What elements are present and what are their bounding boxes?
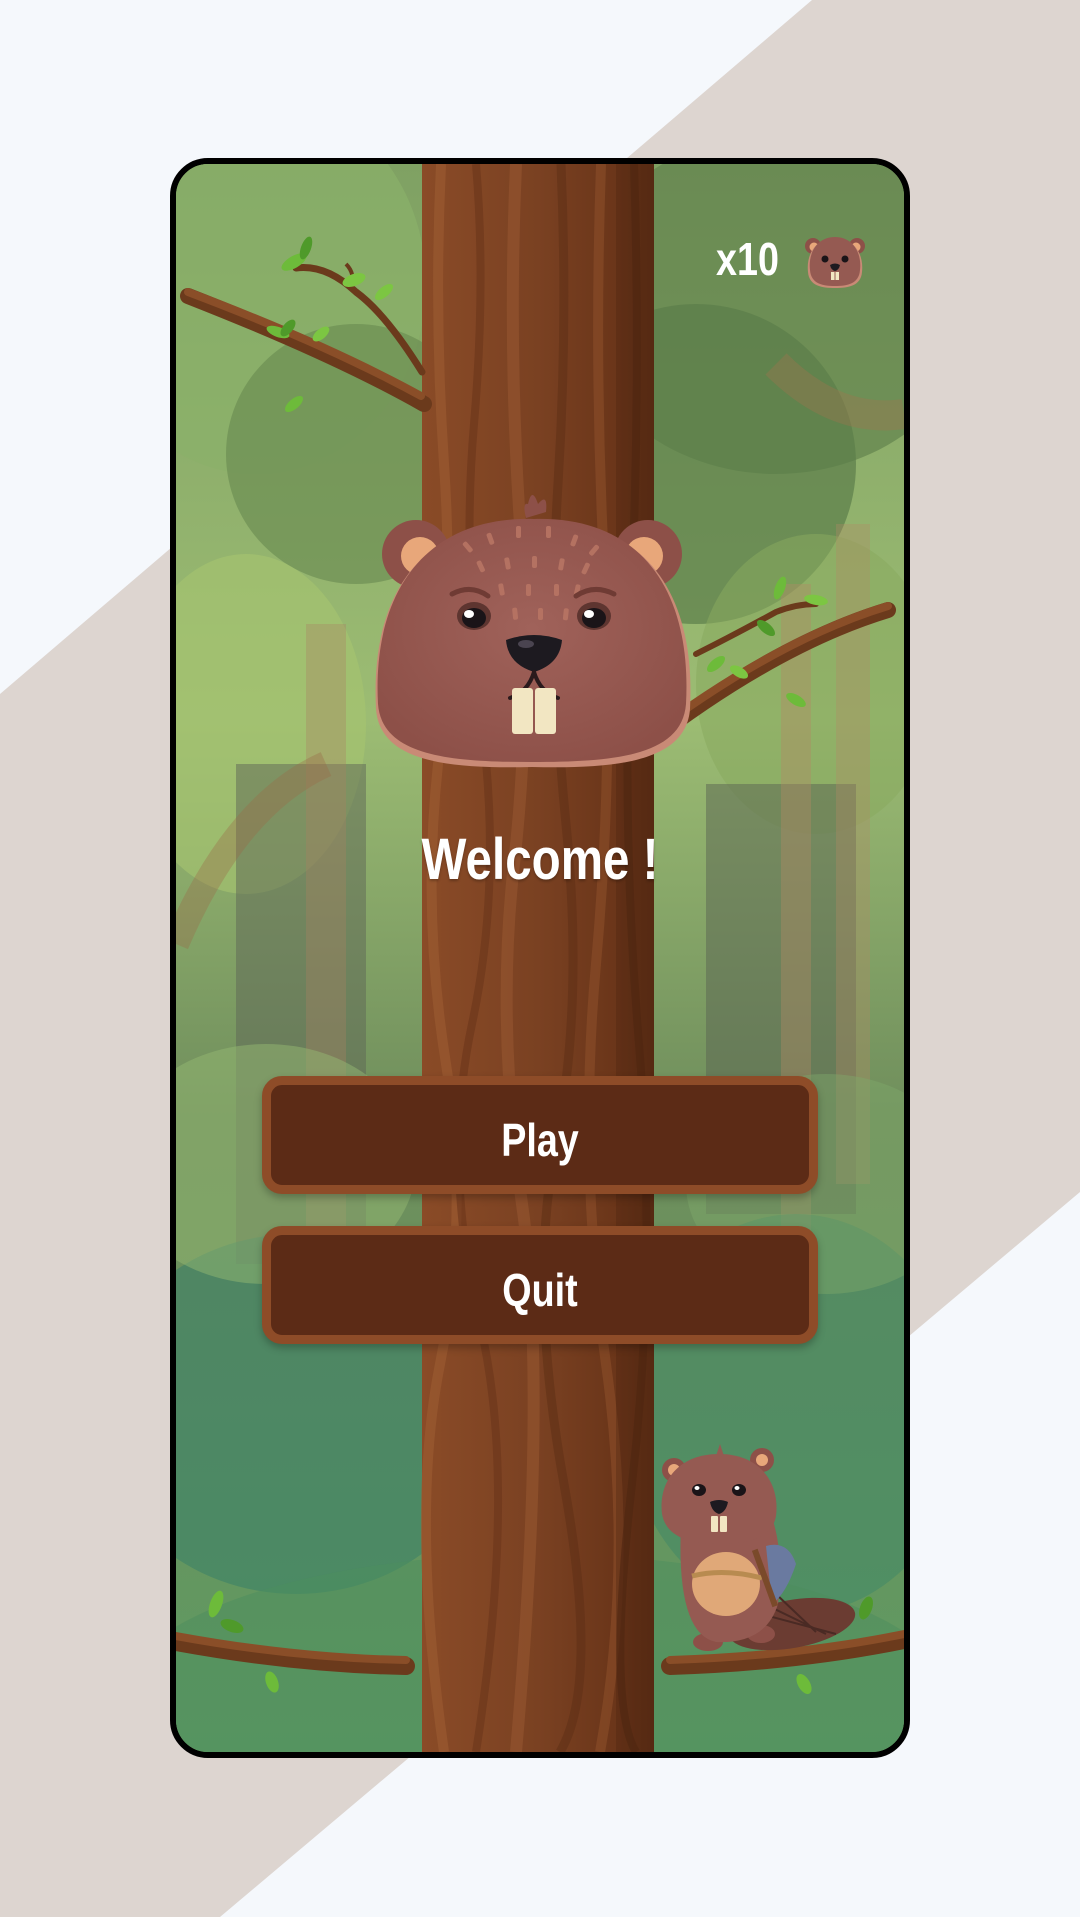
game-screen: x10 Welcome ! Play Quit [170, 158, 910, 1758]
welcome-title: Welcome ! [421, 827, 659, 892]
beaver-head-icon [805, 237, 865, 288]
quit-button[interactable]: Quit [262, 1226, 818, 1344]
tree-trunk [420, 164, 654, 1752]
beaver-head-logo [375, 495, 691, 768]
play-button-label: Play [501, 1114, 579, 1166]
quit-button-label: Quit [502, 1264, 578, 1316]
play-button[interactable]: Play [262, 1076, 818, 1194]
forest-scene [176, 164, 904, 1752]
